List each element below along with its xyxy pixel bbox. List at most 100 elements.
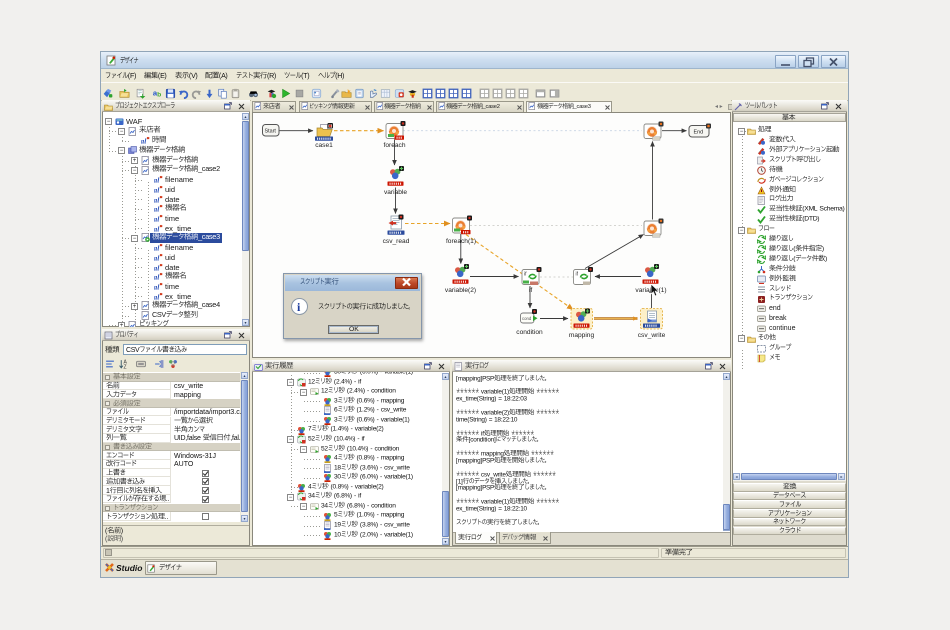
svg-text:-: - [377, 407, 379, 414]
svg-text:(2.4%): (2.4%) [334, 378, 352, 385]
svg-text:al: al [154, 273, 160, 282]
svg-text:-: - [370, 445, 372, 452]
svg-text:=: = [498, 505, 502, 512]
svg-text:1: 1 [106, 487, 110, 494]
svg-text:(0.8%): (0.8%) [357, 455, 375, 462]
svg-text:12: 12 [321, 388, 328, 395]
svg-text:-: - [357, 435, 359, 442]
svg-text:(T): (T) [301, 72, 310, 80]
svg-text:Z: Z [123, 364, 126, 369]
svg-text:(3.6%): (3.6%) [360, 464, 378, 471]
svg-text:al: al [141, 137, 147, 146]
svg-text:mapping: mapping [381, 397, 405, 404]
svg-text:-: - [377, 416, 379, 423]
svg-text:-: - [351, 483, 353, 490]
svg-text:Start: Start [265, 129, 277, 135]
svg-text:variable(2): variable(2) [355, 483, 384, 490]
svg-text:al: al [154, 292, 160, 301]
svg-text:if: if [358, 493, 361, 500]
svg-text:-: - [367, 388, 369, 395]
svg-text:(6.8%): (6.8%) [347, 502, 365, 509]
svg-text:csv_write: csv_write [381, 407, 407, 414]
svg-text:condition: condition [371, 502, 396, 509]
svg-text:(6.8%): (6.8%) [334, 493, 352, 500]
svg-text:3: 3 [334, 397, 338, 404]
svg-text:(DTD): (DTD) [802, 216, 819, 223]
svg-text:al: al [154, 195, 160, 204]
svg-text:CSV: CSV [126, 347, 140, 354]
svg-text:(0.6%): (0.6%) [357, 397, 375, 404]
svg-text:(: ( [793, 255, 796, 262]
svg-text:(F): (F) [128, 72, 137, 80]
svg-text:-: - [377, 455, 379, 462]
svg-text:Schema): Schema) [819, 206, 844, 213]
svg-text:(10.4%): (10.4%) [334, 435, 356, 442]
svg-text:=: = [489, 416, 493, 423]
svg-text:52: 52 [321, 445, 328, 452]
svg-text:variable(1): variable(1) [384, 474, 413, 481]
svg-text:[mapping]PSP: [mapping]PSP [456, 375, 494, 382]
svg-text:19: 19 [334, 521, 341, 528]
svg-text:): ) [121, 528, 123, 535]
svg-text:csv_write: csv_write [384, 464, 410, 471]
svg-text:al: al [154, 282, 160, 291]
svg-text:6: 6 [334, 407, 338, 414]
svg-text:_case2: _case2 [197, 164, 220, 173]
svg-text:): ) [822, 245, 824, 252]
svg-text:-: - [377, 512, 379, 519]
svg-text:5: 5 [334, 512, 338, 519]
svg-text:): ) [121, 536, 123, 543]
svg-text:4: 4 [334, 455, 338, 462]
svg-text:=: = [498, 396, 502, 403]
svg-text:(: ( [793, 245, 796, 252]
svg-text:(10.4%): (10.4%) [347, 445, 369, 452]
svg-text:-: - [354, 378, 356, 385]
svg-text:(E): (E) [158, 72, 167, 80]
svg-text:variable(2): variable(2) [355, 426, 384, 433]
svg-text:time(String): time(String) [456, 416, 487, 423]
svg-text:34: 34 [321, 502, 328, 509]
svg-text:-: - [380, 521, 382, 528]
svg-text:[mapping]PSP: [mapping]PSP [456, 457, 494, 464]
svg-text:-: - [380, 531, 382, 538]
svg-text:ex_time(String): ex_time(String) [456, 505, 496, 512]
svg-text:3: 3 [334, 416, 338, 423]
svg-text:..: .. [165, 513, 169, 520]
svg-text:[mapping]PSP: [mapping]PSP [456, 485, 494, 492]
svg-text:-: - [367, 502, 369, 509]
svg-text:(H): (H) [335, 72, 344, 80]
svg-text:cond: cond [522, 316, 532, 321]
svg-text:mapping: mapping [381, 512, 405, 519]
svg-text:(1.0%): (1.0%) [357, 512, 375, 519]
svg-text:al: al [154, 176, 160, 185]
svg-text:(: ( [105, 536, 108, 543]
svg-text:mapping: mapping [381, 455, 405, 462]
svg-text:variable(1): variable(1) [381, 416, 410, 423]
svg-text:csv_write: csv_write [384, 521, 410, 528]
svg-text:_case4: _case4 [197, 300, 220, 309]
svg-text:if: if [358, 378, 361, 385]
svg-text:-: - [354, 493, 356, 500]
svg-text:18:22:10: 18:22:10 [494, 416, 518, 423]
svg-text:if: if [362, 435, 365, 442]
svg-text:-: - [377, 397, 379, 404]
svg-text:(2.0%): (2.0%) [360, 531, 378, 538]
svg-text:_case2: _case2 [482, 104, 501, 110]
svg-text:18:22:03: 18:22:03 [504, 396, 528, 403]
svg-text:(1.4%): (1.4%) [331, 426, 349, 433]
svg-text:18:22:10: 18:22:10 [504, 505, 528, 512]
svg-text:al: al [154, 253, 160, 262]
svg-text:b: b [157, 91, 161, 98]
svg-text:_case3: _case3 [197, 232, 220, 241]
svg-text:al: al [154, 185, 160, 194]
svg-text:4: 4 [308, 483, 312, 490]
svg-text:10: 10 [334, 531, 341, 538]
svg-text:(6.0%): (6.0%) [360, 474, 378, 481]
svg-text:CSV: CSV [152, 310, 166, 319]
svg-text:-: - [380, 464, 382, 471]
svg-text:12: 12 [308, 378, 315, 385]
svg-text:variable(1): variable(1) [384, 531, 413, 538]
svg-text:(V): (V) [189, 72, 198, 80]
svg-text:-: - [380, 474, 382, 481]
svg-text:..: .. [166, 496, 170, 503]
